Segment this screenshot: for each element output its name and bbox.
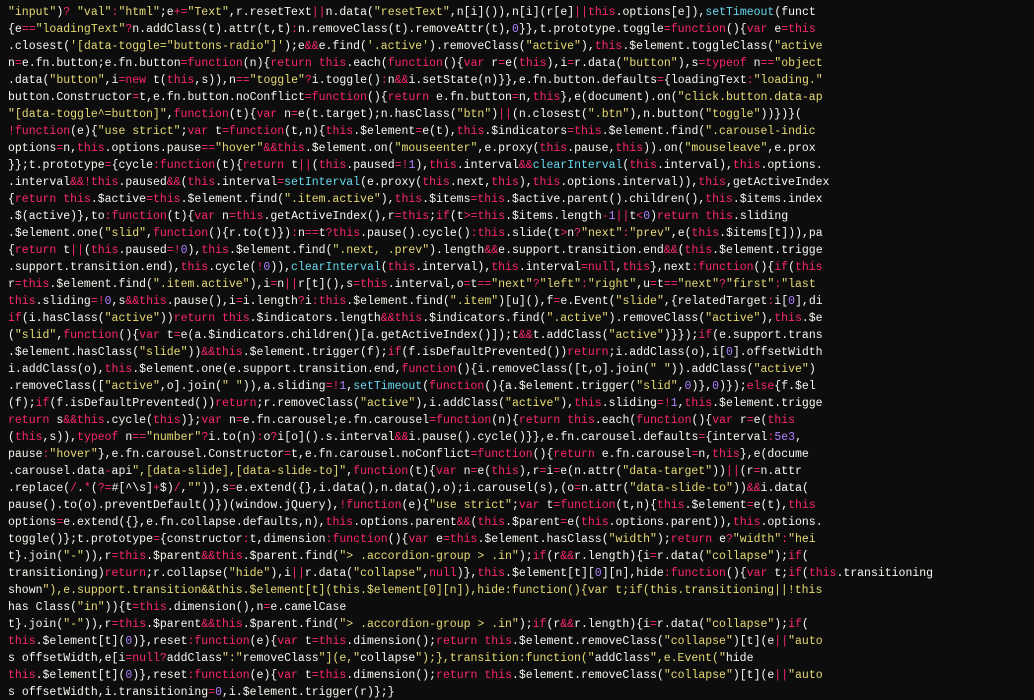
code-line: .$(active)},to:function(t){var n=this.ge… bbox=[8, 208, 1026, 225]
code-line: t}.join("-")),r=this.$parent&&this.$pare… bbox=[8, 548, 1026, 565]
code-line: this.$element[t](0)},reset:function(e){v… bbox=[8, 633, 1026, 650]
code-line: .interval&&!this.paused&&(this.interval=… bbox=[8, 174, 1026, 191]
code-line: i.addClass(o),this.$element.one(e.suppor… bbox=[8, 361, 1026, 378]
code-line: pause:"hover"},e.fn.carousel.Constructor… bbox=[8, 446, 1026, 463]
code-line: .removeClass(["active",o].join(" ")),a.s… bbox=[8, 378, 1026, 395]
code-line: "[data-toggle^=button]",function(t){var … bbox=[8, 106, 1026, 123]
code-line: {e=="loadingText"?n.addClass(t).attr(t,t… bbox=[8, 21, 1026, 38]
code-line: r=this.$element.find(".item.active"),i=n… bbox=[8, 276, 1026, 293]
code-line: (this,s)),typeof n=="number"?i.to(n):o?i… bbox=[8, 429, 1026, 446]
code-editor: "input")? "val":"html";e+="Text",r.reset… bbox=[0, 0, 1034, 700]
code-line: .$element.hasClass("slide"))&&this.$elem… bbox=[8, 344, 1026, 361]
code-line: s offsetWidth,i.transitioning=0,i.$eleme… bbox=[8, 684, 1026, 700]
code-line: button.Constructor=t,e.fn.button.noConfl… bbox=[8, 89, 1026, 106]
code-line: this.$element[t](0)},reset:function(e){v… bbox=[8, 667, 1026, 684]
code-line: t}.join("-")),r=this.$parent&&this.$pare… bbox=[8, 616, 1026, 633]
code-line: n=e.fn.button;e.fn.button=function(n){re… bbox=[8, 55, 1026, 72]
code-line: {return this.$active=this.$element.find(… bbox=[8, 191, 1026, 208]
code-line: toggle()};t.prototype={constructor:t,dim… bbox=[8, 531, 1026, 548]
code-line: !function(e){"use strict";var t=function… bbox=[8, 123, 1026, 140]
code-line: s offsetWidth,e[i=null?addClass":"remove… bbox=[8, 650, 1026, 667]
code-line: {return t||(this.paused=!0),this.$elemen… bbox=[8, 242, 1026, 259]
code-line: options=e.extend({},e.fn.collapse.defaul… bbox=[8, 514, 1026, 531]
code-line: return s&&this.cycle(this)};var n=e.fn.c… bbox=[8, 412, 1026, 429]
code-line: .$element.one("slid",function(){r.to(t)}… bbox=[8, 225, 1026, 242]
code-line: if(i.hasClass("active"))return this.$ind… bbox=[8, 310, 1026, 327]
code-line: options=n,this.options.pause=="hover"&&t… bbox=[8, 140, 1026, 157]
code-line: .carousel.data-api",[data-slide],[data-s… bbox=[8, 463, 1026, 480]
code-line: has Class("in")){t=this.dimension(),n=e.… bbox=[8, 599, 1026, 616]
code-line: }};t.prototype={cycle:function(t){return… bbox=[8, 157, 1026, 174]
code-content: "input")? "val":"html";e+="Text",r.reset… bbox=[8, 4, 1026, 700]
code-line: ("slid",function(){var t=e(a.$indicators… bbox=[8, 327, 1026, 344]
code-line: .support.transition.end),this.cycle(!0))… bbox=[8, 259, 1026, 276]
code-line: pause().to(o).preventDefault()})(window.… bbox=[8, 497, 1026, 514]
code-line: this.sliding=!0,s&&this.pause(),i=i.leng… bbox=[8, 293, 1026, 310]
code-line: .data("button",i=new t(this,s)),n=="togg… bbox=[8, 72, 1026, 89]
code-line: shown"),e.support.transition&&this.$elem… bbox=[8, 582, 1026, 599]
code-line: (f);if(f.isDefaultPrevented())return;r.r… bbox=[8, 395, 1026, 412]
code-line: transitioning)return;r.collapse("hide"),… bbox=[8, 565, 1026, 582]
code-line: .closest('[data-toggle="buttons-radio"]'… bbox=[8, 38, 1026, 55]
code-line: "input")? "val":"html";e+="Text",r.reset… bbox=[8, 4, 1026, 21]
code-line: .replace(/.*(?=#[^\s]+$)/,"")),s=e.exten… bbox=[8, 480, 1026, 497]
